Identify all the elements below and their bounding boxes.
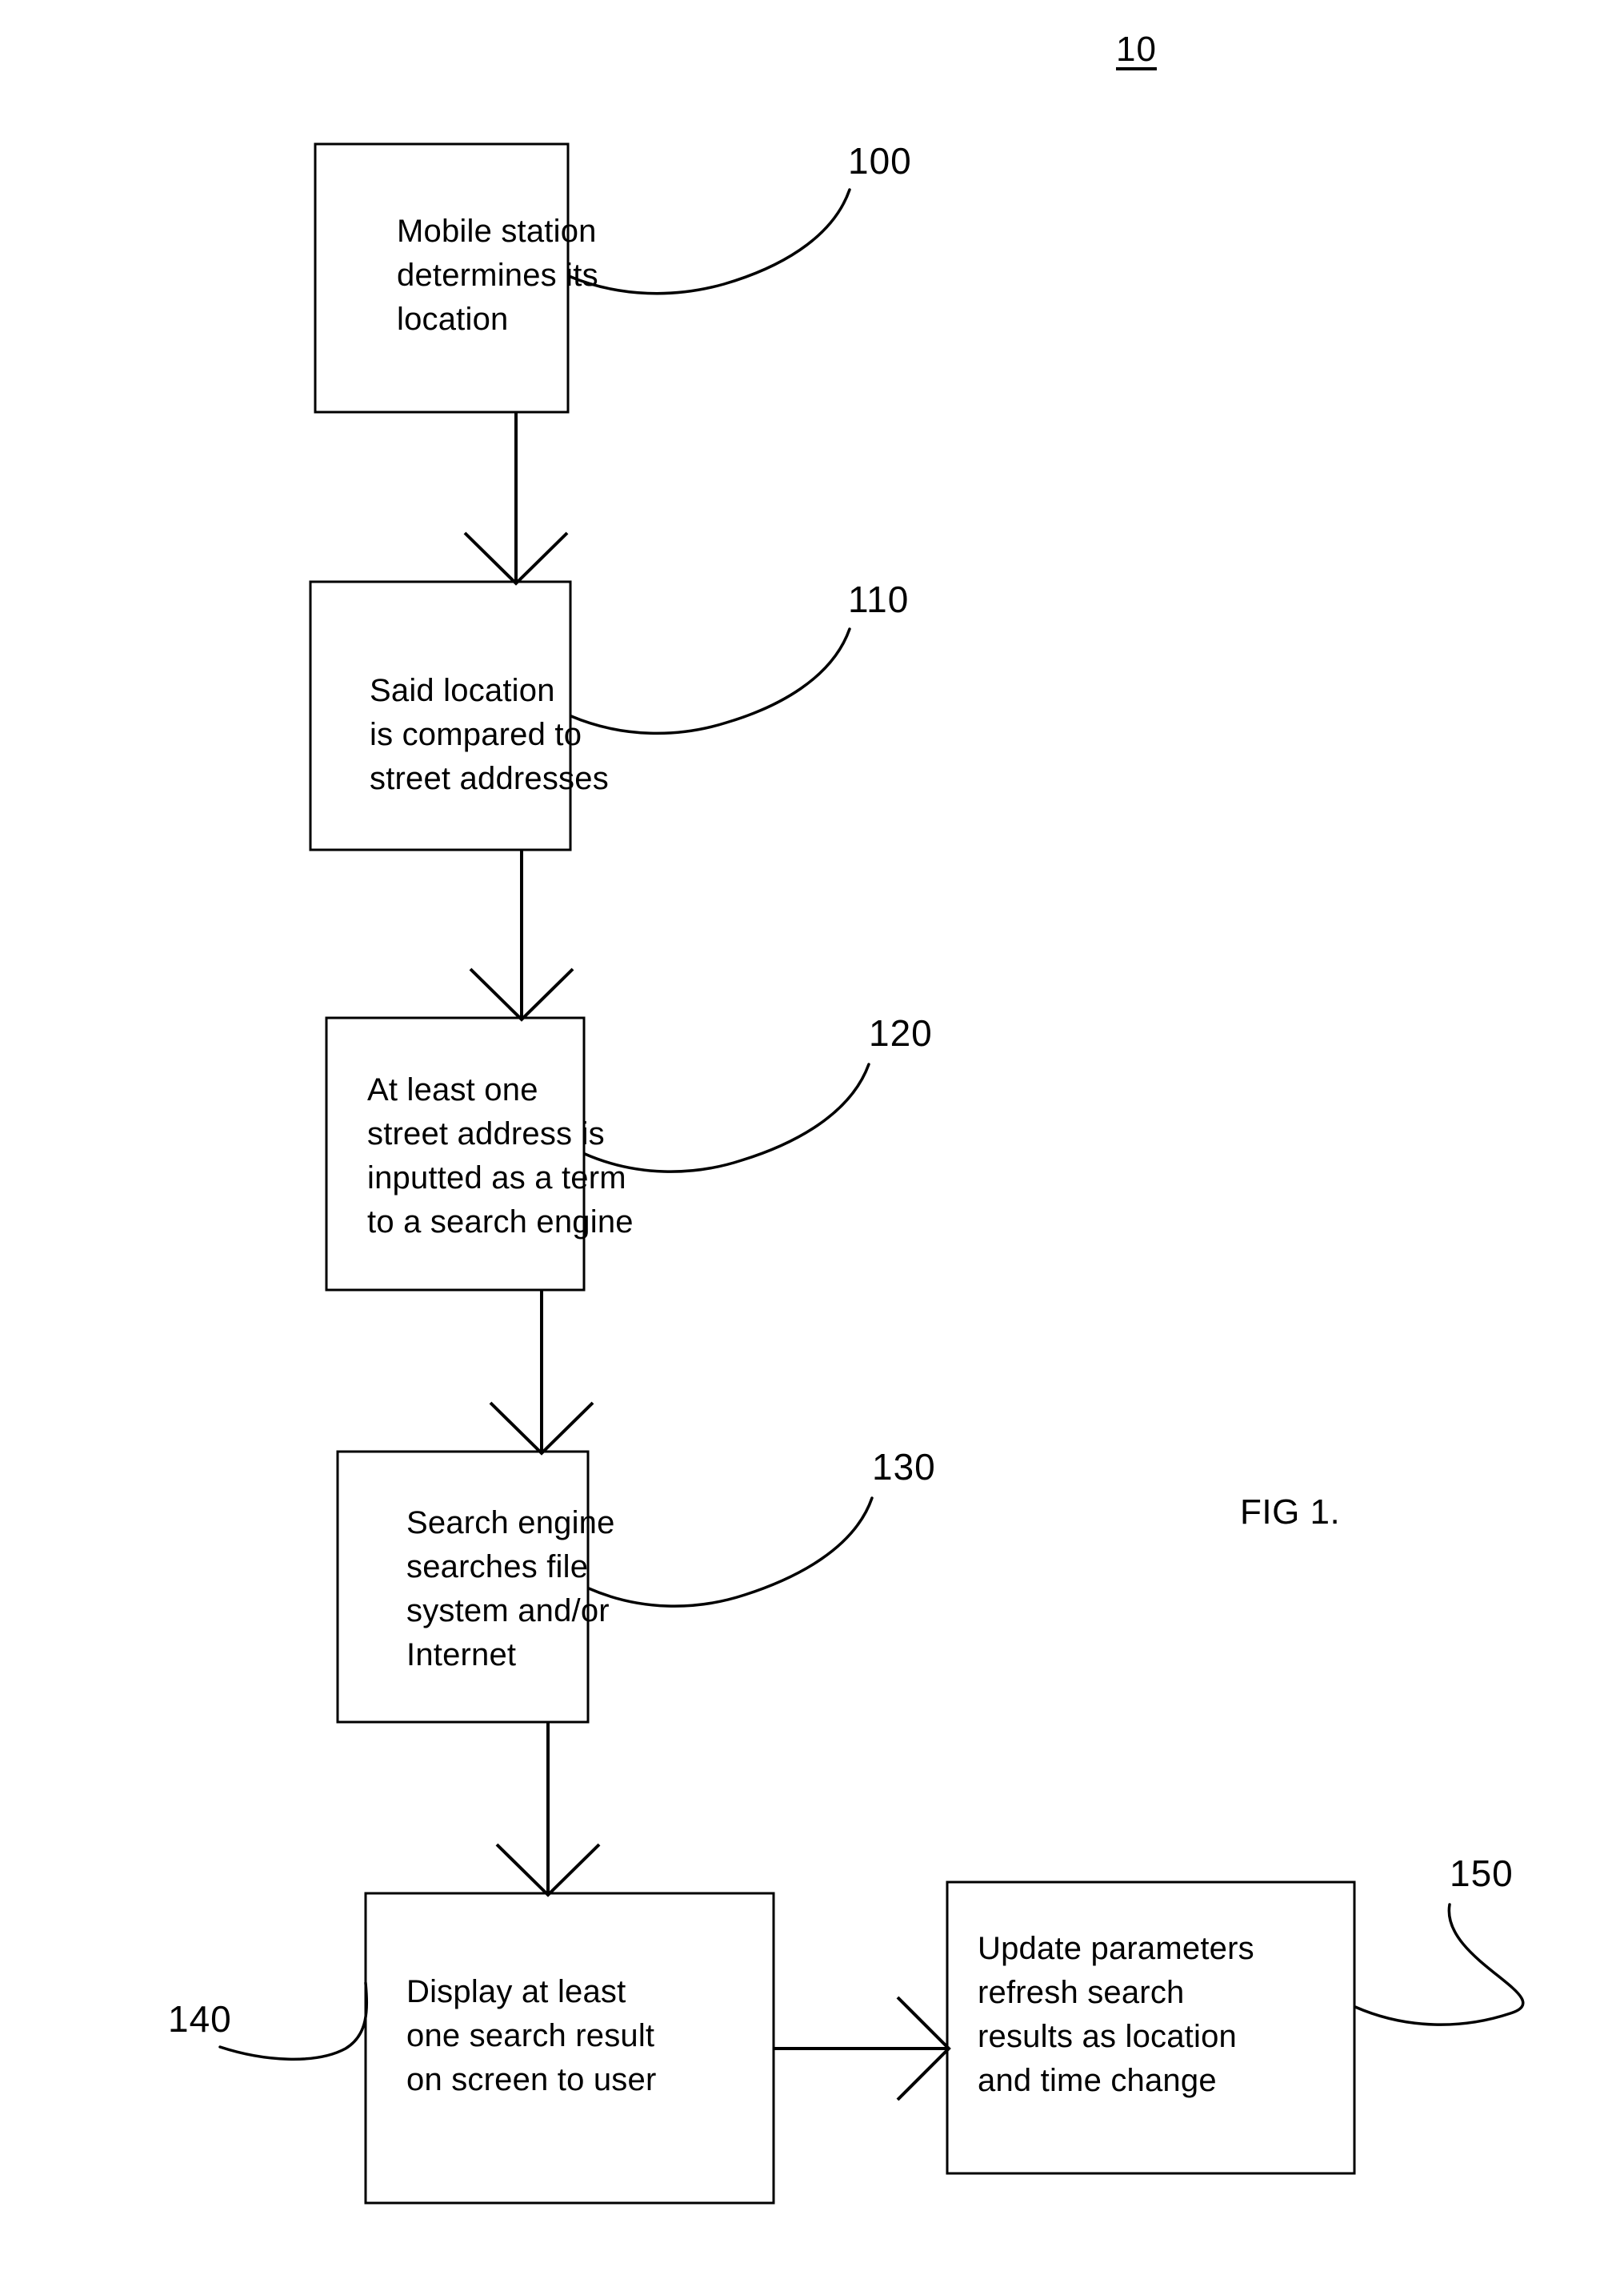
leader-line-140	[218, 1981, 368, 2061]
process-box-110-text: Said location is compared to street addr…	[370, 673, 609, 796]
figure-caption: FIG 1.	[1240, 1492, 1341, 1532]
process-box-130-text: Search engine searches file system and/o…	[406, 1505, 615, 1672]
reference-numeral-130: 130	[872, 1446, 936, 1488]
reference-numeral-110: 110	[848, 579, 910, 620]
flow-arrow-100-to-110	[463, 412, 569, 586]
flow-arrow-110-to-120	[469, 850, 574, 1022]
flow-arrow-120-to-130	[489, 1290, 594, 1456]
process-box-100-text: Mobile station determines its location	[397, 214, 598, 337]
leader-line-150	[1354, 1903, 1525, 2026]
figure-number-label: 10	[1116, 30, 1157, 69]
reference-numeral-120: 120	[869, 1012, 933, 1054]
leader-line-110	[570, 627, 851, 735]
reference-numeral-100: 100	[848, 140, 912, 182]
reference-numeral-150: 150	[1450, 1852, 1514, 1894]
leader-line-100	[567, 188, 851, 295]
process-box-120-text: At least one street address is inputted …	[367, 1072, 634, 1240]
flow-arrow-140-to-150	[774, 1996, 951, 2101]
reference-numeral-140: 140	[168, 1998, 232, 2040]
process-box-150-text: Update parameters refresh search results…	[978, 1931, 1254, 2098]
patent-figure-page: 10 FIG 1. Mobile station determines its …	[0, 0, 1624, 2295]
process-box-140-text: Display at least one search result on sc…	[406, 1974, 657, 2097]
flowchart-canvas	[218, 142, 1525, 2205]
flow-arrow-130-to-140	[495, 1722, 601, 1897]
leader-line-130	[587, 1496, 874, 1608]
